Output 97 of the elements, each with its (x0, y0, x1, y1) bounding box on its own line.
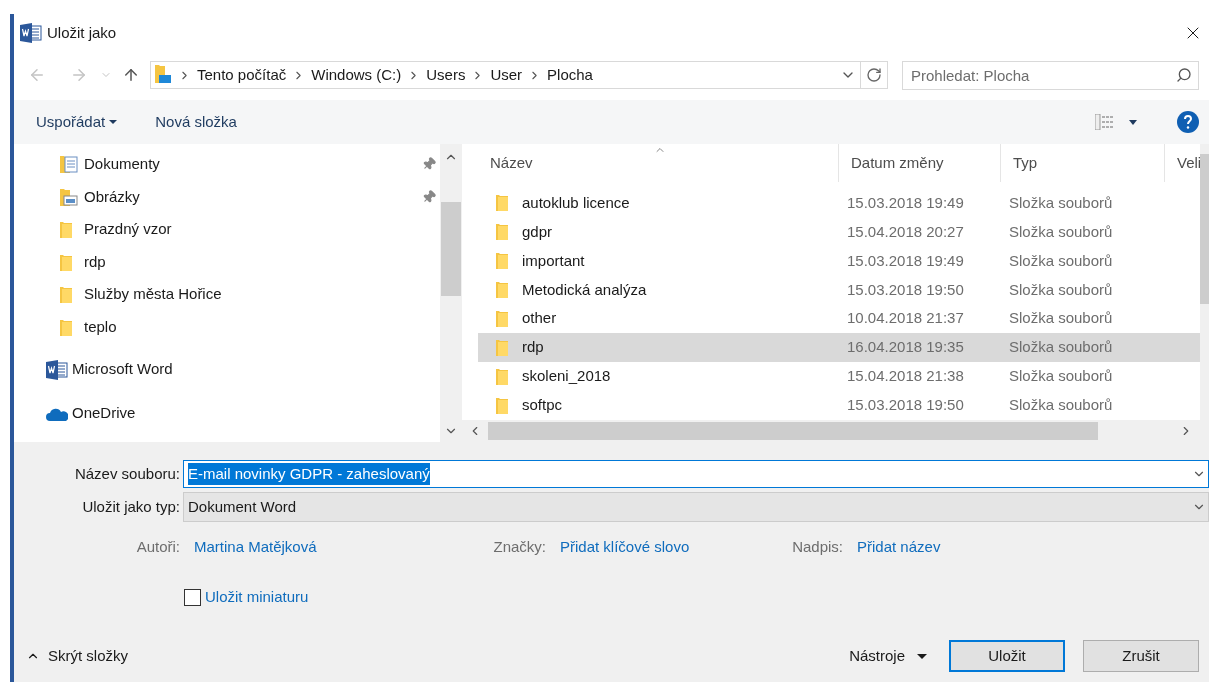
date-cell-text: 16.04.2018 19:35 (846, 337, 965, 358)
column-header[interactable]: Typ (1000, 144, 1164, 182)
metadata-link[interactable]: Přidat název (857, 535, 941, 559)
type-cell-text: Složka souborů (1008, 221, 1114, 242)
column-header[interactable]: Název (478, 144, 838, 182)
file-name: rdp (522, 337, 544, 358)
word-icon (20, 23, 42, 43)
file-row[interactable]: rdp 16.04.2018 19:35 Složka souborů (478, 333, 1200, 363)
breadcrumb[interactable]: User (490, 63, 523, 87)
file-row[interactable]: autoklub licence 15.03.2018 19:49 Složka souborů (478, 188, 1200, 218)
cloud-icon (46, 406, 68, 421)
filename-field[interactable]: E-mail novinky GDPR - zaheslovaný (183, 460, 1209, 488)
window-title: Uložit jako (47, 22, 118, 43)
file-row[interactable]: softpc 15.03.2018 19:50 Složka souborů (478, 391, 1200, 420)
refresh-icon[interactable] (866, 67, 882, 83)
date-cell-text: 15.03.2018 19:50 (846, 395, 965, 416)
nav-item[interactable]: Microsoft Word (14, 347, 440, 392)
documents-folder-icon (60, 155, 78, 174)
type-cell-text: Složka souborů (1008, 366, 1114, 387)
new-folder-button[interactable]: Nová složka (155, 110, 237, 134)
caret-icon[interactable] (1129, 119, 1137, 125)
nav-item[interactable]: OneDrive (14, 391, 440, 436)
file-name: gdpr (522, 221, 553, 242)
column-header[interactable]: Datum změny (838, 144, 1000, 182)
folder-icon (496, 397, 508, 414)
pictures-folder-icon (60, 187, 78, 206)
cancel-button[interactable]: Zrušit (1083, 640, 1199, 672)
metadata-label: Autoři: (135, 536, 181, 557)
breadcrumb[interactable]: Users (426, 63, 466, 87)
nav-item[interactable]: teplo (14, 310, 440, 344)
file-row[interactable]: Metodická analýza 15.03.2018 19:50 Složka souborů (478, 275, 1200, 305)
folder-icon (60, 253, 72, 271)
breadcrumb[interactable]: Tento počítač (197, 63, 287, 87)
file-row[interactable]: other 10.04.2018 21:37 Složka souborů (478, 304, 1200, 334)
word-icon (46, 359, 68, 380)
type-cell-text: Složka souborů (1008, 279, 1114, 300)
breadcrumb[interactable]: Windows (C:) (311, 63, 402, 87)
checkbox-label[interactable]: Uložit miniaturu (205, 585, 309, 609)
caret-icon (917, 653, 927, 659)
folder-icon (496, 310, 508, 328)
search-field[interactable]: Prohledat: Plocha (902, 60, 1199, 90)
save-button[interactable]: Uložit (949, 640, 1065, 672)
up-icon[interactable] (122, 66, 140, 84)
folder-icon (60, 318, 72, 336)
search-icon (1176, 67, 1192, 83)
caret-icon (109, 120, 118, 124)
folder-icon (60, 221, 72, 238)
folder-icon (60, 286, 72, 304)
computer-folder-icon (154, 65, 172, 85)
file-name: skoleni_2018 (522, 366, 611, 387)
date-cell-text: 15.03.2018 19:50 (846, 279, 965, 300)
metadata-link[interactable]: Přidat klíčové slovo (560, 535, 690, 559)
folder-icon (496, 339, 508, 357)
folder-icon (496, 194, 508, 212)
file-name: softpc (522, 395, 563, 416)
date-cell-text: 10.04.2018 21:37 (846, 308, 965, 329)
file-row[interactable]: important 15.03.2018 19:49 Složka souborů (478, 246, 1200, 276)
date-cell-text: 15.04.2018 20:27 (846, 221, 965, 242)
scrollbar[interactable] (1200, 144, 1209, 420)
nav-item[interactable]: Prazdný vzor (14, 213, 440, 246)
type-cell-text: Složka souborů (1008, 192, 1114, 213)
organize-menu[interactable]: Uspořádat (36, 110, 118, 134)
type-cell-text: Složka souborů (1008, 337, 1114, 358)
file-name: other (522, 308, 557, 329)
metadata-label: Značky: (492, 536, 547, 557)
hide-folders-button[interactable]: Skrýt složky (26, 644, 128, 668)
help-icon[interactable] (1177, 111, 1199, 133)
nav-item[interactable]: Dokumenty (14, 148, 440, 181)
file-row[interactable]: gdpr 15.04.2018 20:27 Složka souborů (478, 217, 1200, 247)
folder-icon (496, 281, 508, 299)
type-cell-text: Složka souborů (1008, 250, 1114, 271)
address-bar[interactable]: Tento počítač Windows (C:) Users User Plocha (150, 61, 888, 89)
type-cell-text: Složka souborů (1008, 308, 1114, 329)
date-cell-text: 15.03.2018 19:49 (846, 192, 965, 213)
file-type-dropdown[interactable]: Dokument Word (183, 492, 1209, 522)
nav-item[interactable]: rdp (14, 245, 440, 279)
file-name: autoklub licence (522, 192, 630, 213)
file-row[interactable]: skoleni_2018 15.04.2018 21:38 Složka souborů (478, 362, 1200, 392)
folder-icon (496, 368, 508, 386)
folder-icon (496, 223, 508, 241)
nav-item[interactable]: Obrázky (14, 180, 440, 214)
file-name: Metodická analýza (522, 279, 647, 300)
tools-menu[interactable]: Nástroje (849, 644, 927, 668)
nav-item[interactable]: Služby města Hořice (14, 278, 440, 311)
checkbox[interactable] (184, 588, 201, 606)
field-label: Uložit jako typ: (81, 496, 181, 517)
date-cell-text: 15.03.2018 19:49 (846, 250, 965, 271)
scrollbar[interactable] (440, 144, 462, 442)
type-cell-text: Složka souborů (1008, 395, 1114, 416)
date-cell-text: 15.04.2018 21:38 (846, 366, 965, 387)
file-name: important (522, 250, 585, 271)
metadata-label: Nadpis: (791, 536, 844, 557)
scrollbar[interactable] (462, 420, 1209, 442)
metadata-link[interactable]: Martina Matějková (194, 535, 317, 559)
breadcrumb[interactable]: Plocha (547, 63, 593, 87)
folder-icon (496, 252, 508, 270)
field-label: Název souboru: (73, 463, 181, 484)
